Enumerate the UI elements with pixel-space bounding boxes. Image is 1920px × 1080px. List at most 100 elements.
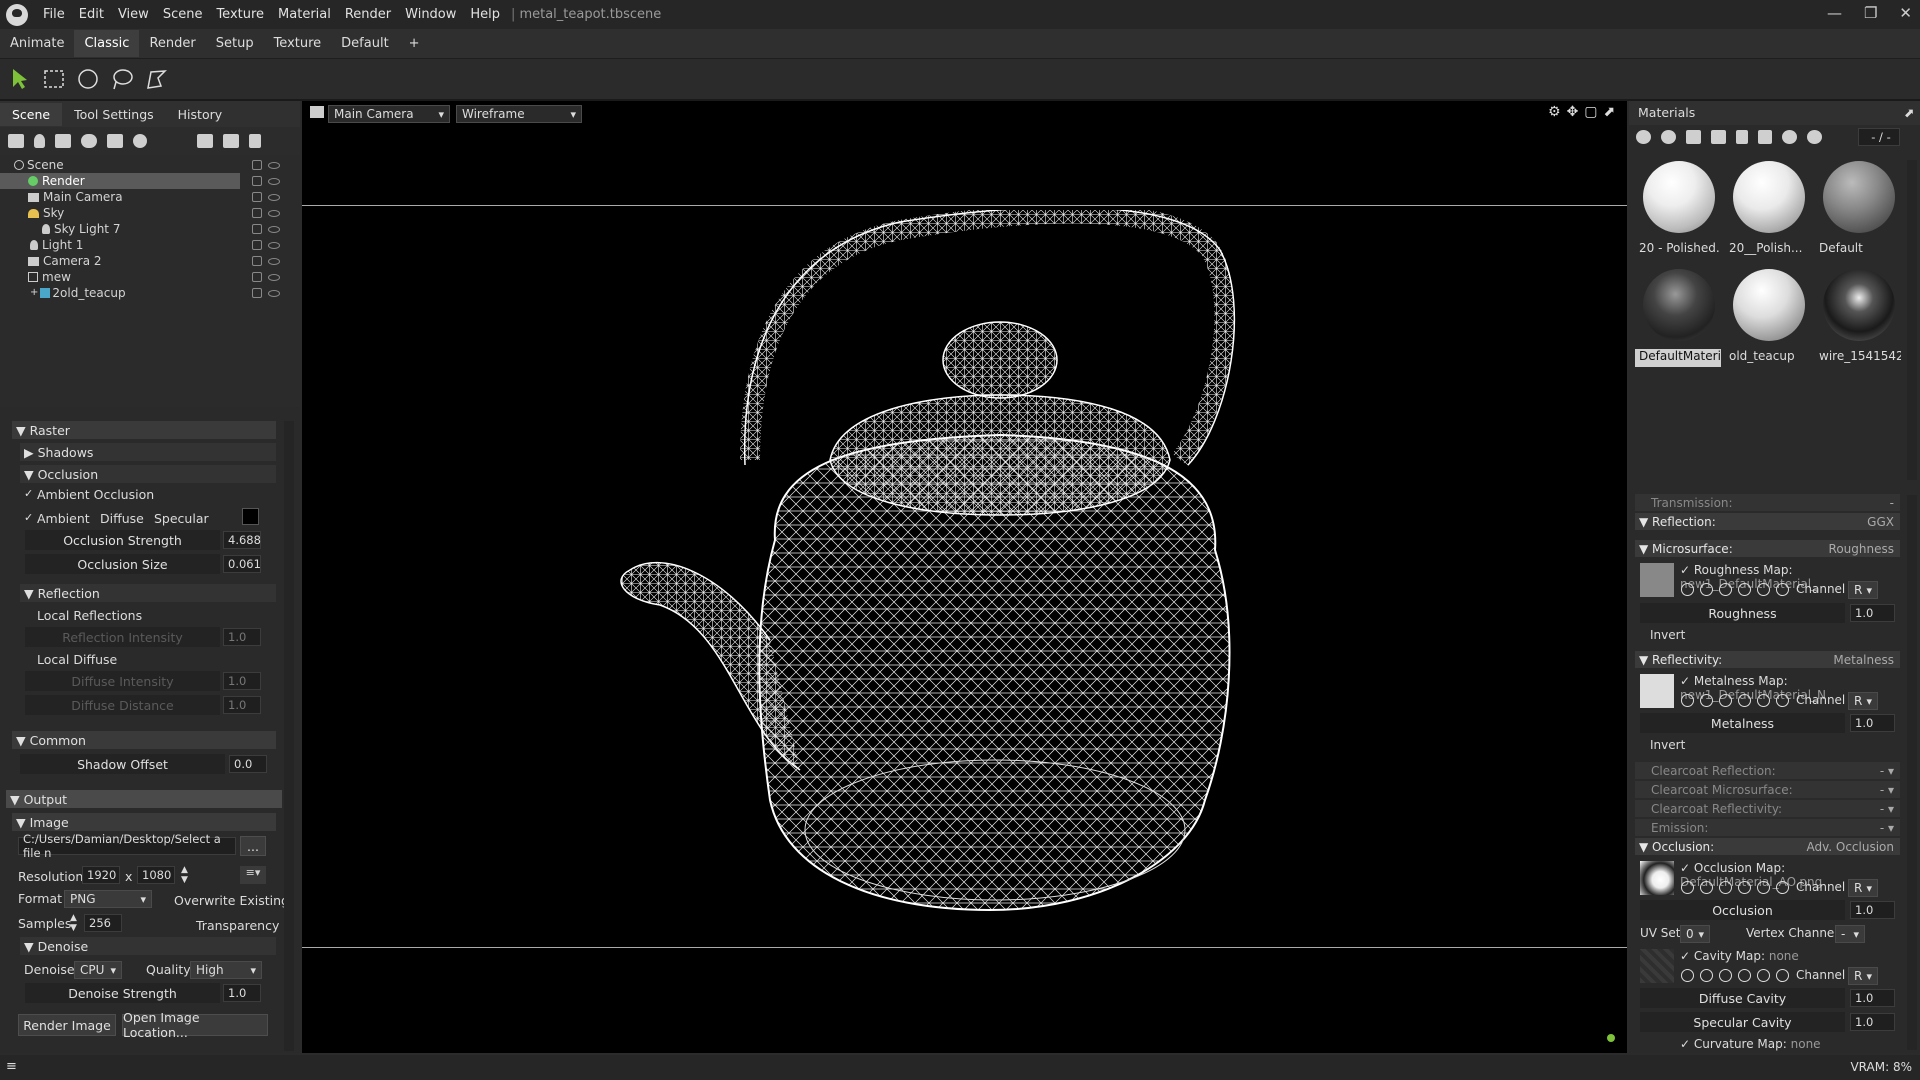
sync-icon[interactable]: [1807, 130, 1822, 144]
left-panel-scrollbar[interactable]: [284, 421, 294, 1051]
lock-icon[interactable]: [252, 176, 262, 186]
lock-icon[interactable]: [252, 272, 262, 282]
menu-render[interactable]: Render: [338, 7, 398, 22]
lock-icon[interactable]: [252, 160, 262, 170]
roughness-slider[interactable]: Roughness: [1640, 603, 1845, 623]
quality-dropdown[interactable]: High: [190, 961, 262, 979]
tree-node[interactable]: Scene: [0, 157, 300, 173]
shadow-offset-slider[interactable]: Shadow Offset: [20, 754, 225, 774]
channel-dropdown[interactable]: R: [1848, 581, 1878, 599]
diffuse-intensity-field[interactable]: 1.0: [223, 672, 261, 690]
invert-checkbox[interactable]: Invert: [1650, 738, 1685, 752]
trash-icon[interactable]: [1736, 130, 1748, 144]
tab-render[interactable]: Render: [139, 30, 205, 57]
reflection-section[interactable]: ▼ Reflection: [20, 584, 276, 602]
samples-stepper-icon[interactable]: ▲ ▼: [70, 913, 77, 933]
search-icon[interactable]: [1700, 881, 1713, 894]
close-icon[interactable]: [1776, 881, 1789, 894]
bucket-icon[interactable]: [1719, 969, 1732, 982]
lock-icon[interactable]: [252, 256, 262, 266]
bucket-icon[interactable]: [1719, 583, 1732, 596]
diffuse-distance-field[interactable]: 1.0: [223, 696, 261, 714]
frame-icon[interactable]: ▢: [1584, 104, 1597, 120]
bucket-icon[interactable]: [1719, 881, 1732, 894]
menu-window[interactable]: Window: [398, 7, 463, 22]
viewport-camera-icon[interactable]: [310, 106, 324, 118]
visibility-icon[interactable]: [268, 161, 280, 169]
lasso-select-icon[interactable]: [110, 67, 134, 91]
cavity-map-checkbox[interactable]: ✓ Cavity Map: none: [1680, 949, 1799, 963]
reflectivity-section[interactable]: ▼ Reflectivity: Metalness: [1635, 651, 1900, 668]
occlusion-size-field[interactable]: 0.061: [223, 555, 261, 573]
folder-icon[interactable]: [1711, 130, 1726, 144]
emission-section[interactable]: Emission: - ▾: [1635, 819, 1900, 836]
tab-tool-settings[interactable]: Tool Settings: [62, 103, 166, 126]
materials-scrollbar[interactable]: [1907, 160, 1917, 480]
menu-help[interactable]: Help: [463, 7, 507, 22]
tab-scene[interactable]: Scene: [0, 102, 63, 126]
material-cell[interactable]: old_teacup: [1725, 265, 1811, 370]
tab-texture[interactable]: Texture: [264, 30, 332, 57]
occlusion-strength-field[interactable]: 4.688: [223, 531, 261, 549]
material-cell[interactable]: 20 - Polished...: [1635, 157, 1721, 262]
expand-icon[interactable]: +: [30, 285, 38, 301]
menu-scene[interactable]: Scene: [156, 7, 210, 22]
resolution-width-field[interactable]: 1920: [82, 866, 120, 884]
close-icon[interactable]: [1776, 583, 1789, 596]
add-object-icon[interactable]: [8, 134, 24, 148]
diffuse-distance-slider[interactable]: Diffuse Distance: [25, 695, 220, 715]
vertex-channel-dropdown[interactable]: -: [1835, 925, 1865, 943]
visibility-icon[interactable]: [268, 225, 280, 233]
tab-default[interactable]: Default: [331, 30, 399, 57]
overwrite-existing-checkbox[interactable]: Overwrite Existing: [174, 893, 289, 908]
clearcoat-reflection-section[interactable]: Clearcoat Reflection: - ▾: [1635, 762, 1900, 779]
uv-set-dropdown[interactable]: 0: [1680, 925, 1710, 943]
refresh-icon[interactable]: [1757, 881, 1770, 894]
raster-section[interactable]: ▼ Raster: [12, 421, 276, 439]
visibility-icon[interactable]: [268, 177, 280, 185]
clearcoat-microsurface-section[interactable]: Clearcoat Microsurface: - ▾: [1635, 781, 1900, 798]
diffuse-intensity-slider[interactable]: Diffuse Intensity: [25, 671, 220, 691]
channel-dropdown[interactable]: R: [1848, 692, 1878, 710]
material-cell[interactable]: wire_154154229: [1815, 265, 1901, 370]
clearcoat-reflectivity-section[interactable]: Clearcoat Reflectivity: - ▾: [1635, 800, 1900, 817]
visibility-icon[interactable]: [268, 241, 280, 249]
curvature-map-checkbox[interactable]: ✓ Curvature Map: none: [1680, 1037, 1821, 1051]
bucket-icon[interactable]: [1719, 694, 1732, 707]
lock-icon[interactable]: [252, 192, 262, 202]
occlusion-color-swatch[interactable]: [242, 508, 259, 525]
transparency-checkbox[interactable]: Transparency: [196, 918, 279, 933]
denoise-dropdown[interactable]: CPU: [74, 961, 122, 979]
shadows-section[interactable]: ▶ Shadows: [20, 443, 276, 461]
add-tab-button[interactable]: +: [399, 30, 430, 57]
rect-select-icon[interactable]: [42, 67, 66, 91]
popout-icon[interactable]: ⬈: [1604, 104, 1616, 120]
restore-icon[interactable]: ❐: [1864, 4, 1877, 22]
pen-icon[interactable]: [1738, 583, 1751, 596]
gear-icon[interactable]: [1681, 694, 1694, 707]
gear-icon[interactable]: [1681, 583, 1694, 596]
close-icon[interactable]: [1776, 694, 1789, 707]
popout-icon[interactable]: ⬈: [1904, 105, 1914, 120]
close-icon[interactable]: ✕: [1899, 4, 1912, 22]
open-image-location-button[interactable]: Open Image Location...: [122, 1010, 268, 1040]
lock-icon[interactable]: [252, 288, 262, 298]
tab-setup[interactable]: Setup: [206, 30, 264, 57]
refresh-icon[interactable]: [1757, 694, 1770, 707]
ambient-occlusion-checkbox[interactable]: ✓: [24, 488, 34, 499]
gear-icon[interactable]: [1681, 881, 1694, 894]
lock-icon[interactable]: [252, 240, 262, 250]
select-arrow-icon[interactable]: [8, 67, 32, 91]
menu-view[interactable]: View: [111, 7, 156, 22]
diffuse-cavity-field[interactable]: 1.0: [1850, 989, 1895, 1007]
tree-node[interactable]: Light 1: [0, 237, 300, 253]
visibility-icon[interactable]: [268, 273, 280, 281]
roughness-map-thumbnail[interactable]: [1640, 563, 1674, 597]
checker-icon[interactable]: [1686, 130, 1701, 144]
common-section[interactable]: ▼ Common: [12, 731, 276, 749]
metalness-map-thumbnail[interactable]: [1640, 674, 1674, 708]
add-sky-icon[interactable]: [81, 134, 97, 148]
cavity-map-thumbnail[interactable]: [1640, 949, 1674, 983]
render-image-button[interactable]: Render Image: [18, 1014, 116, 1036]
visibility-icon[interactable]: [268, 209, 280, 217]
